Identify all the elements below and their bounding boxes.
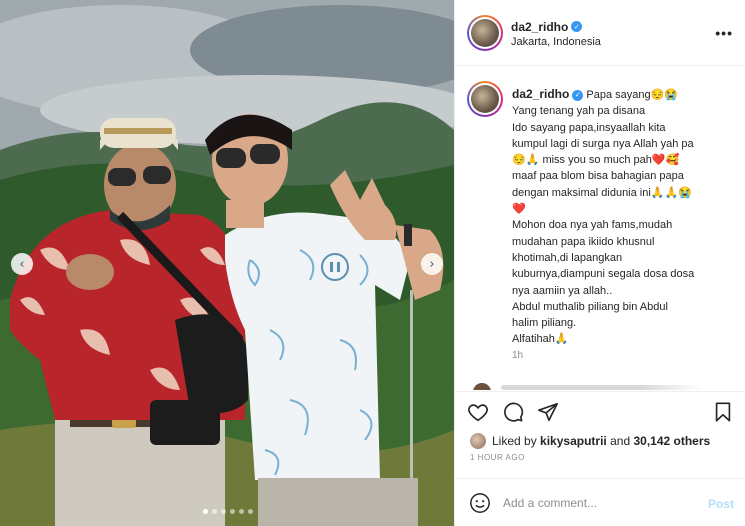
- share-icon[interactable]: [537, 401, 559, 423]
- caption-text-line: nya aamiin ya allah..: [512, 284, 613, 297]
- caption-text-line: khotimah,di lapangkan: [512, 251, 623, 264]
- caption-text-line: Yang tenang yah pa disana: [512, 105, 646, 118]
- likes-count-link[interactable]: 30,142 others: [633, 434, 710, 448]
- smiley-icon[interactable]: [469, 492, 491, 519]
- comments-section[interactable]: da2_ridho ✓ Papa sayang😔😭 Yang tenang yah…: [455, 67, 745, 390]
- comment-input[interactable]: [503, 491, 693, 515]
- caption-text-line: Ido sayang papa,insyaallah kita: [512, 121, 666, 134]
- caption-text-line: 😔🙏 miss you so much pah❤️🥰: [512, 154, 680, 167]
- next-comment-preview: [501, 385, 701, 390]
- likes-prefix: Liked by: [492, 434, 537, 448]
- carousel-dot: [203, 509, 208, 514]
- action-bar: Liked by kikysaputrii and 30,142 others …: [455, 391, 745, 475]
- caption-text-line: kuburnya,diampuni segala dosa dosa: [512, 268, 695, 281]
- comment-icon[interactable]: [502, 401, 524, 423]
- post-timestamp[interactable]: 1 HOUR AGO: [470, 453, 525, 462]
- caption-text-line: maaf paa blom bisa bahagian papa: [512, 170, 684, 183]
- caption-text-line: Mohon doa nya yah fams,mudah: [512, 219, 673, 232]
- carousel-indicator: [203, 509, 253, 514]
- post-comment-button[interactable]: Post: [708, 497, 734, 511]
- author: da2_ridho ✓: [511, 18, 583, 36]
- caption-text-line: halim piliang.: [512, 317, 577, 330]
- caption-text-line: ❤️: [512, 203, 526, 216]
- caption-text-line: Abdul muthalib piliang bin Abdul: [512, 300, 668, 313]
- next-comment-avatar[interactable]: [473, 383, 491, 390]
- caption-avatar[interactable]: [467, 81, 503, 117]
- next-slide-button[interactable]: ›: [421, 253, 443, 275]
- carousel-dot: [248, 509, 253, 514]
- carousel-dot: [221, 509, 226, 514]
- caption-timestamp: 1h: [512, 350, 524, 361]
- caption-username-link[interactable]: da2_ridho: [512, 87, 569, 101]
- heart-icon[interactable]: [467, 401, 489, 423]
- carousel-dot: [212, 509, 217, 514]
- post-photo[interactable]: ‹ ›: [0, 0, 454, 526]
- likes-middle: and: [610, 434, 631, 448]
- bookmark-icon[interactable]: [712, 401, 734, 423]
- location-link[interactable]: Jakarta, Indonesia: [511, 36, 601, 48]
- pause-icon[interactable]: [321, 253, 349, 281]
- carousel-dot: [230, 509, 235, 514]
- avatar[interactable]: [467, 15, 503, 51]
- more-options-icon[interactable]: •••: [715, 25, 733, 41]
- caption-text-line: mudahan papa ikiido khusnul: [512, 235, 655, 248]
- verified-badge-icon: ✓: [572, 89, 584, 101]
- liker-username-link[interactable]: kikysaputrii: [540, 434, 607, 448]
- post-details-panel: da2_ridho ✓ Jakarta, Indonesia ••• da2_ri…: [454, 0, 745, 526]
- liker-avatar[interactable]: [470, 433, 486, 449]
- add-comment-bar: Post: [455, 478, 745, 526]
- post-header: da2_ridho ✓ Jakarta, Indonesia •••: [455, 0, 745, 66]
- caption-text-line: kumpul lagi di surga nya Allah yah pa: [512, 137, 694, 150]
- verified-badge-icon: ✓: [571, 21, 583, 33]
- carousel-dot: [239, 509, 244, 514]
- username-link[interactable]: da2_ridho: [511, 20, 568, 34]
- photo-illustration: [0, 0, 454, 526]
- caption-text-line: dengan maksimal didunia ini🙏🙏😭: [512, 186, 692, 199]
- caption: da2_ridho ✓ Papa sayang😔😭 Yang tenang yah…: [512, 86, 736, 348]
- previous-slide-button[interactable]: ‹: [11, 253, 33, 275]
- caption-text-line: Alfatihah🙏: [512, 333, 569, 346]
- caption-text-line: Papa sayang😔😭: [586, 89, 679, 101]
- caption-first-line: da2_ridho ✓ Papa sayang😔😭: [512, 86, 736, 103]
- likes-summary: Liked by kikysaputrii and 30,142 others: [470, 433, 710, 449]
